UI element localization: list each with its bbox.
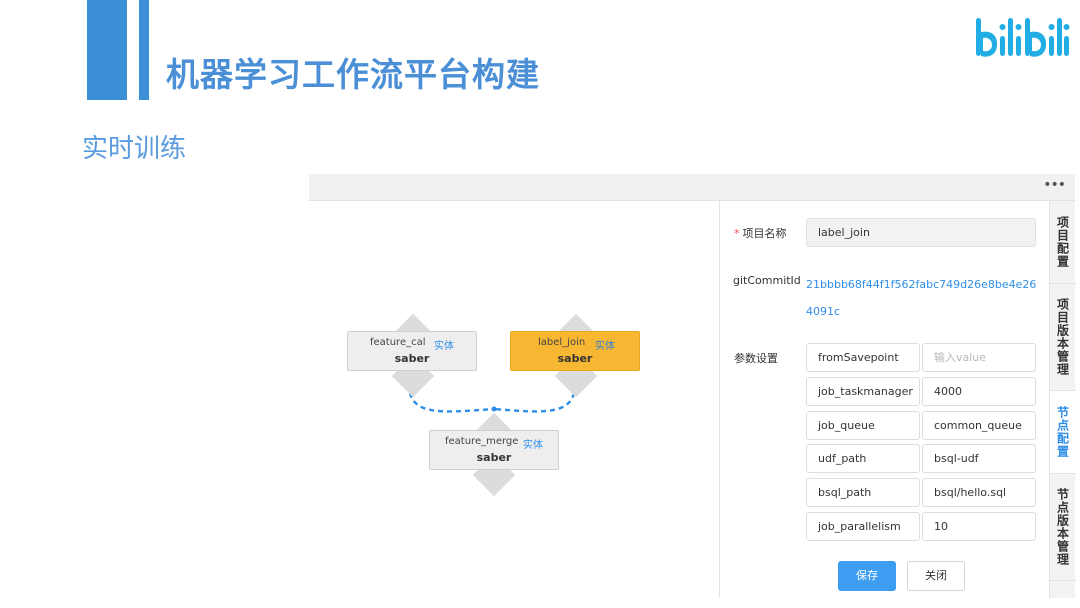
- workflow-node-feature-cal[interactable]: feature_cal 实体 saber: [347, 331, 477, 371]
- param-key-field[interactable]: job_taskmanager: [806, 377, 920, 406]
- param-value-field[interactable]: bsql-udf: [922, 444, 1036, 473]
- param-value-field[interactable]: bsql/hello.sql: [922, 478, 1036, 507]
- tab-node-config[interactable]: 节点配置: [1050, 391, 1076, 474]
- param-key-field[interactable]: bsql_path: [806, 478, 920, 507]
- param-value-field[interactable]: 4000: [922, 377, 1036, 406]
- title-accent-bar: [87, 0, 127, 100]
- params-label: 参数设置: [734, 352, 778, 365]
- side-tabs: 项目配置 项目版本管理 节点配置 节点版本管理: [1049, 201, 1076, 598]
- slide: 机器学习工作流平台构建 bilibili 实时训练 •••: [0, 0, 1080, 608]
- param-key-field[interactable]: udf_path: [806, 444, 920, 473]
- param-key-field[interactable]: fromSavepoint: [806, 343, 920, 372]
- node-name: feature_cal: [370, 337, 426, 348]
- workflow-app-window: ••• feature_cal 实体 saber label_join 实体 s…: [309, 174, 1076, 598]
- node-config-panel: * 项目名称 label_join gitCommitId 21bbbb68f44…: [719, 201, 1049, 598]
- param-value-field[interactable]: 输入value: [922, 343, 1036, 372]
- node-type: 实体: [523, 440, 543, 451]
- param-value-field[interactable]: 10: [922, 512, 1036, 541]
- node-type: 实体: [595, 341, 615, 352]
- node-engine: saber: [394, 352, 430, 365]
- param-key-field[interactable]: job_parallelism: [806, 512, 920, 541]
- tab-node-version[interactable]: 节点版本管理: [1050, 474, 1076, 581]
- workflow-node-feature-merge[interactable]: feature_merge 实体 saber: [429, 430, 559, 470]
- close-button[interactable]: 关闭: [907, 561, 965, 591]
- node-type: 实体: [434, 341, 454, 352]
- more-options-button[interactable]: •••: [1043, 177, 1066, 193]
- save-button[interactable]: 保存: [838, 561, 896, 591]
- node-engine: saber: [557, 352, 593, 365]
- tab-project-config[interactable]: 项目配置: [1050, 201, 1076, 284]
- workflow-node-label-join[interactable]: label_join 实体 saber: [510, 331, 640, 371]
- project-name-label: * 项目名称: [734, 225, 787, 241]
- slide-title: 机器学习工作流平台构建: [166, 55, 540, 94]
- param-key-field[interactable]: job_queue: [806, 411, 920, 440]
- node-name: feature_merge: [445, 436, 519, 447]
- required-mark: *: [734, 227, 740, 240]
- project-name-label-text: 项目名称: [742, 227, 787, 240]
- param-value-field[interactable]: common_queue: [922, 411, 1036, 440]
- edge-lines: [407, 383, 577, 413]
- project-name-field[interactable]: label_join: [806, 218, 1036, 247]
- workflow-canvas[interactable]: feature_cal 实体 saber label_join 实体 saber…: [309, 201, 719, 598]
- commit-id-label: gitCommitId: [733, 274, 801, 287]
- slide-subtitle: 实时训练: [82, 134, 187, 164]
- node-name: label_join: [538, 337, 586, 348]
- app-toolbar: •••: [309, 174, 1075, 201]
- title-accent-bar-thin: [139, 0, 149, 100]
- bilibili-logo: bilibili: [976, 18, 1070, 57]
- node-engine: saber: [476, 451, 512, 464]
- tab-project-version[interactable]: 项目版本管理: [1050, 284, 1076, 391]
- commit-id-value: 21bbbb68f44f1f562fabc749d26e8be4e264091c: [806, 278, 1037, 318]
